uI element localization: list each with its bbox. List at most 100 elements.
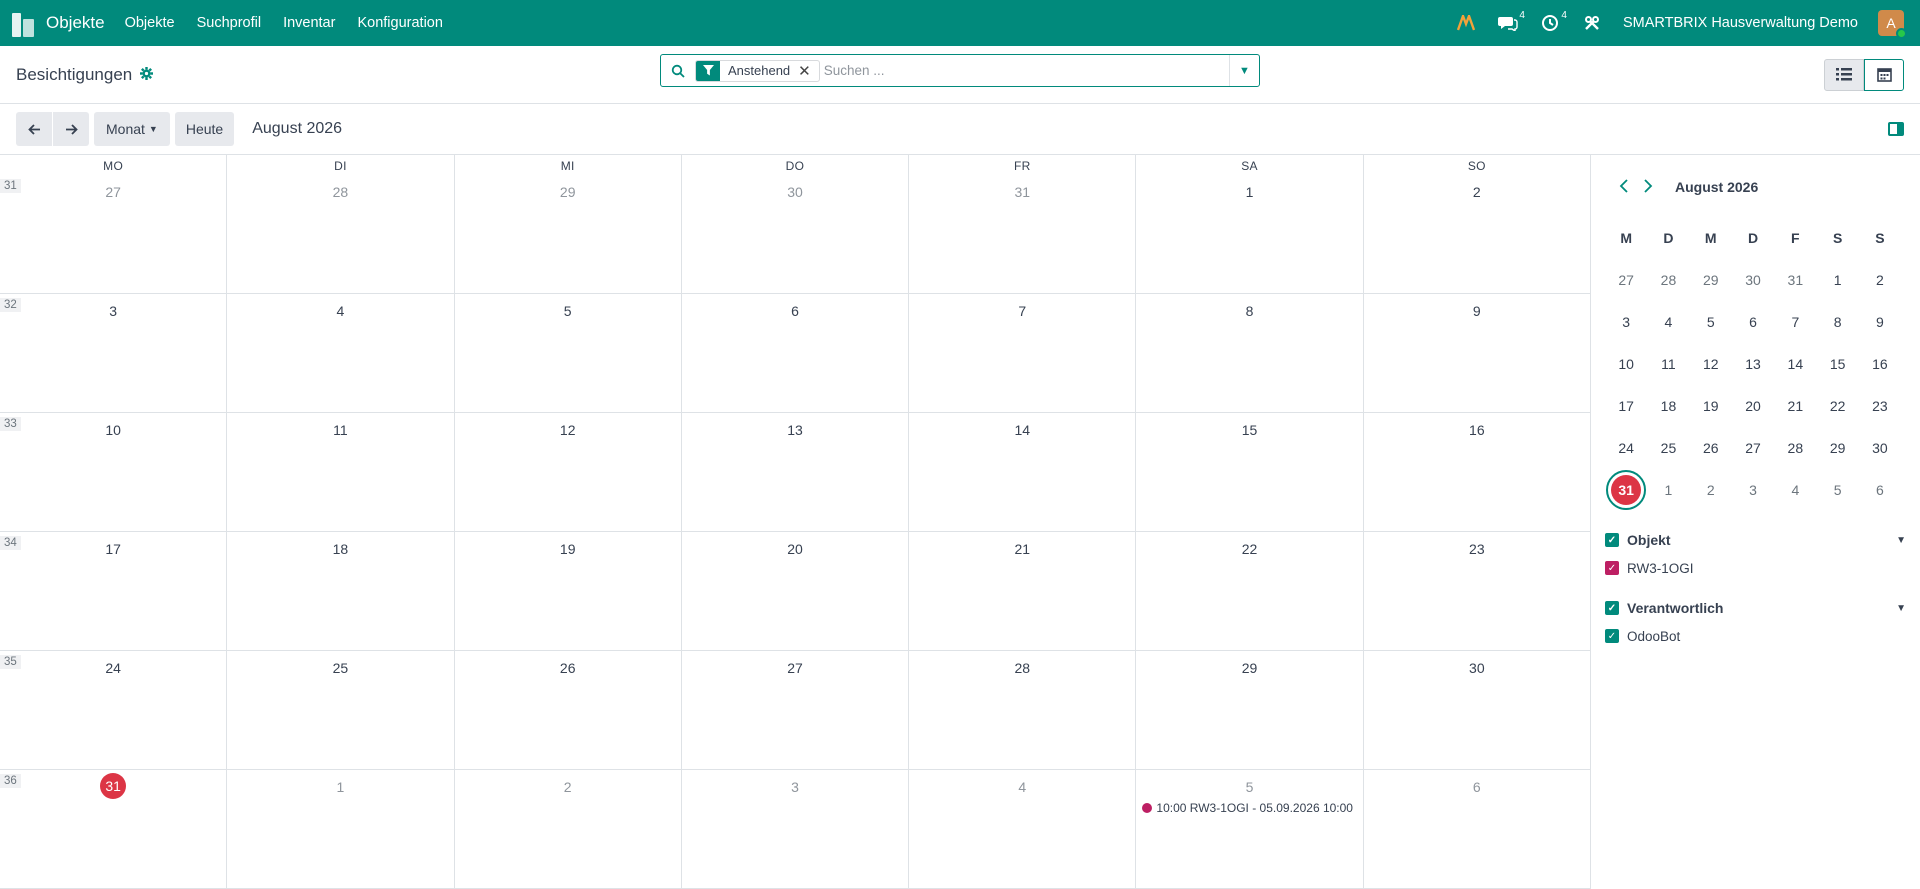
mini-day[interactable]: 2	[1690, 482, 1732, 498]
day-cell[interactable]: 31	[909, 175, 1137, 293]
mini-day[interactable]: 27	[1732, 440, 1774, 456]
user-avatar[interactable]: A	[1878, 10, 1907, 39]
mini-day[interactable]: 4	[1647, 314, 1689, 330]
day-number[interactable]: 28	[328, 180, 352, 204]
day-cell[interactable]: 28	[227, 175, 455, 293]
day-number[interactable]: 10	[101, 418, 125, 442]
day-cell[interactable]: 1	[1136, 175, 1364, 293]
filter-all-checkbox[interactable]: ✓	[1605, 601, 1619, 615]
mini-day[interactable]: 20	[1732, 398, 1774, 414]
day-number[interactable]: 17	[101, 537, 125, 561]
mini-day[interactable]: 5	[1690, 314, 1732, 330]
side-panel-toggle-icon[interactable]	[1888, 122, 1904, 136]
day-number[interactable]: 2	[1465, 180, 1489, 204]
gear-icon[interactable]	[140, 66, 154, 83]
mini-day[interactable]: 2	[1859, 272, 1901, 288]
filter-item-checkbox[interactable]: ✓	[1605, 561, 1619, 575]
day-cell[interactable]: 22	[1136, 532, 1364, 650]
mini-day[interactable]: 23	[1859, 398, 1901, 414]
mini-day[interactable]: 7	[1774, 314, 1816, 330]
day-cell[interactable]: 26	[455, 651, 682, 769]
mini-day[interactable]: 29	[1816, 440, 1858, 456]
day-cell[interactable]: 27	[0, 175, 228, 293]
company-switcher[interactable]: SMARTBRIX Hausverwaltung Demo	[1623, 15, 1858, 31]
app-name[interactable]: Objekte	[46, 13, 105, 33]
previous-button[interactable]	[16, 112, 52, 146]
day-number[interactable]: 25	[328, 656, 352, 680]
day-cell[interactable]: 3	[682, 770, 910, 888]
day-cell[interactable]: 17	[0, 532, 228, 650]
day-cell[interactable]: 5 10:00 RW3-1OGI - 05.09.2026 10:00	[1136, 770, 1364, 888]
scale-dropdown[interactable]: Monat ▼	[94, 112, 170, 146]
day-number[interactable]: 9	[1465, 299, 1489, 323]
filter-header[interactable]: ✓ Objekt ▼	[1605, 529, 1906, 551]
mini-day[interactable]: 15	[1816, 356, 1858, 372]
messages-icon[interactable]: 4	[1497, 10, 1525, 34]
mini-day[interactable]: 25	[1647, 440, 1689, 456]
day-cell[interactable]: 1	[227, 770, 455, 888]
mini-day[interactable]: 28	[1774, 440, 1816, 456]
mini-day[interactable]: 11	[1647, 356, 1689, 372]
menu-item-objekte[interactable]: Objekte	[125, 15, 175, 31]
day-number[interactable]: 6	[783, 299, 807, 323]
mini-day[interactable]: 31	[1774, 272, 1816, 288]
day-number[interactable]: 1	[1238, 180, 1262, 204]
menu-item-konfiguration[interactable]: Konfiguration	[357, 15, 442, 31]
mini-day[interactable]: 22	[1816, 398, 1858, 414]
day-cell[interactable]: 3	[0, 294, 228, 412]
day-cell[interactable]: 5	[455, 294, 682, 412]
day-number[interactable]: 27	[783, 656, 807, 680]
mini-day[interactable]: 29	[1690, 272, 1732, 288]
mini-day[interactable]: 19	[1690, 398, 1732, 414]
day-cell[interactable]: 7	[909, 294, 1137, 412]
day-number[interactable]: 21	[1010, 537, 1034, 561]
mini-day[interactable]: 13	[1732, 356, 1774, 372]
day-number[interactable]: 6	[1465, 775, 1489, 799]
today-button[interactable]: Heute	[174, 112, 235, 146]
list-view-button[interactable]	[1824, 58, 1864, 91]
day-number[interactable]: 3	[101, 299, 125, 323]
mini-day[interactable]: 21	[1774, 398, 1816, 414]
day-cell[interactable]: 30	[1364, 651, 1590, 769]
day-cell[interactable]: 14	[909, 413, 1137, 531]
mini-day[interactable]: 1	[1816, 272, 1858, 288]
activity-clock-icon[interactable]: 4	[1539, 10, 1567, 34]
day-cell[interactable]: 4	[227, 294, 455, 412]
day-cell[interactable]: 6	[682, 294, 910, 412]
day-cell[interactable]: 19	[455, 532, 682, 650]
day-number[interactable]: 4	[1010, 775, 1034, 799]
caret-down-icon[interactable]: ▼	[1896, 535, 1906, 546]
day-number[interactable]: 13	[783, 418, 807, 442]
day-number[interactable]: 24	[101, 656, 125, 680]
mini-day[interactable]: 10	[1605, 356, 1647, 372]
day-cell[interactable]: 9	[1364, 294, 1590, 412]
day-cell[interactable]: 6	[1364, 770, 1590, 888]
day-number[interactable]: 2	[556, 775, 580, 799]
day-number[interactable]: 26	[556, 656, 580, 680]
mini-day[interactable]: 14	[1774, 356, 1816, 372]
filter-item[interactable]: ✓ OdooBot	[1605, 625, 1906, 647]
mini-day[interactable]: 5	[1816, 482, 1858, 498]
search-icon[interactable]	[661, 64, 695, 78]
day-cell[interactable]: 29	[455, 175, 682, 293]
mini-day[interactable]: 30	[1859, 440, 1901, 456]
day-cell[interactable]: 11	[227, 413, 455, 531]
day-number[interactable]: 30	[783, 180, 807, 204]
mini-prev-icon[interactable]	[1619, 177, 1629, 198]
menu-item-inventar[interactable]: Inventar	[283, 15, 335, 31]
mini-day[interactable]: 27	[1605, 272, 1647, 288]
day-cell[interactable]: 2	[455, 770, 682, 888]
day-number[interactable]: 30	[1465, 656, 1489, 680]
day-cell[interactable]: 18	[227, 532, 455, 650]
mini-day[interactable]: 1	[1647, 482, 1689, 498]
day-number[interactable]: 3	[783, 775, 807, 799]
mini-day[interactable]: 17	[1605, 398, 1647, 414]
brand-logo-icon[interactable]	[1455, 12, 1477, 34]
day-number[interactable]: 23	[1465, 537, 1489, 561]
day-cell[interactable]: 15	[1136, 413, 1364, 531]
day-number[interactable]: 4	[328, 299, 352, 323]
day-cell[interactable]: 30	[682, 175, 910, 293]
day-cell[interactable]: 23	[1364, 532, 1590, 650]
day-number[interactable]: 5	[556, 299, 580, 323]
day-cell[interactable]: 13	[682, 413, 910, 531]
